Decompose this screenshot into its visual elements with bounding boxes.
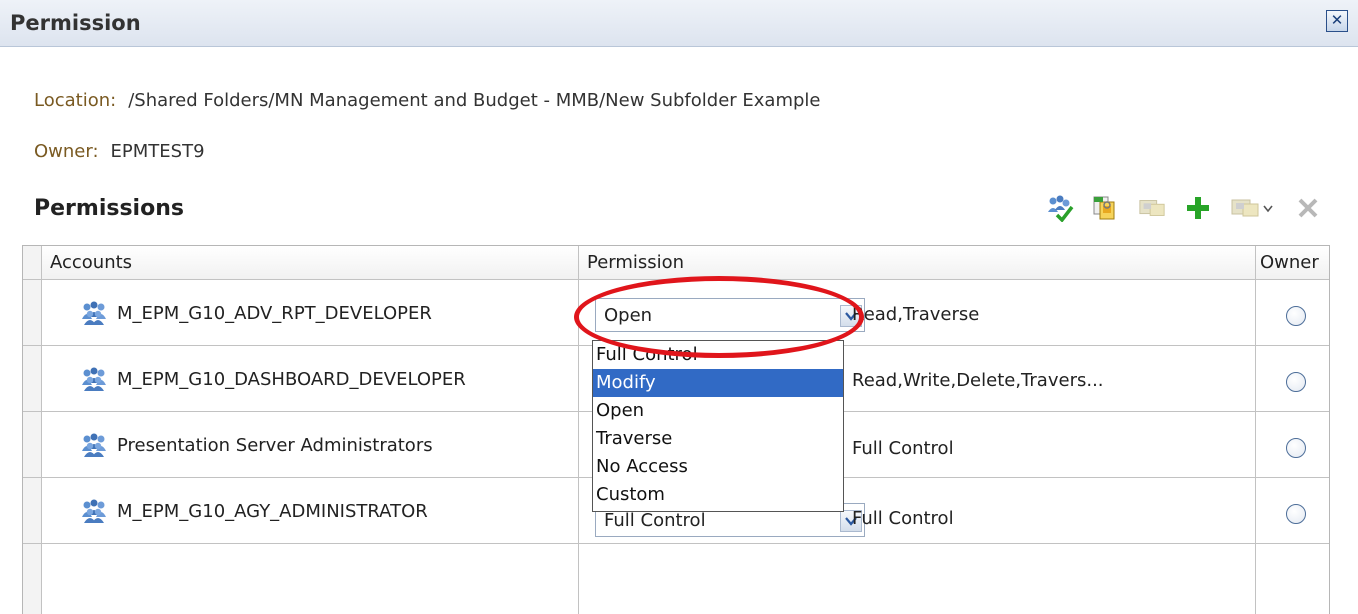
permission-text: Read,Traverse: [852, 304, 980, 325]
permission-text: Full Control: [852, 438, 954, 459]
dropdown-option-modify[interactable]: Modify: [593, 369, 843, 397]
user-group-icon: [82, 499, 106, 523]
permission-select-value: Open: [604, 305, 653, 326]
permission-text: Full Control: [852, 508, 954, 529]
permission-select[interactable]: Open: [595, 298, 865, 332]
permission-text: Read,Write,Delete,Travers...: [852, 370, 1104, 391]
account-name: M_EPM_G10_DASHBOARD_DEVELOPER: [117, 368, 466, 390]
copy-permissions-icon[interactable]: [1092, 194, 1120, 222]
location-line: Location: /Shared Folders/MN Management a…: [34, 90, 820, 111]
dropdown-option-custom[interactable]: Custom: [593, 481, 843, 509]
close-icon[interactable]: ✕: [1326, 10, 1348, 32]
owner-radio[interactable]: [1286, 504, 1306, 524]
dropdown-option-traverse[interactable]: Traverse: [593, 425, 843, 453]
permissions-title: Permissions: [34, 196, 184, 221]
account-name: M_EPM_G10_ADV_RPT_DEVELOPER: [117, 302, 432, 324]
location-value: /Shared Folders/MN Management and Budget…: [128, 90, 821, 111]
table-row[interactable]: M_EPM_G10_ADV_RPT_DEVELOPER: [81, 301, 432, 325]
user-group-icon: [82, 367, 106, 391]
location-label: Location:: [34, 90, 117, 111]
add-icon[interactable]: [1184, 194, 1212, 222]
table-row[interactable]: Presentation Server Administrators: [81, 433, 433, 457]
dropdown-option-open[interactable]: Open: [593, 397, 843, 425]
permission-select-value: Full Control: [604, 510, 706, 531]
user-group-icon: [82, 301, 106, 325]
table-row[interactable]: M_EPM_G10_AGY_ADMINISTRATOR: [81, 499, 428, 523]
table-row[interactable]: M_EPM_G10_DASHBOARD_DEVELOPER: [81, 367, 466, 391]
delete-icon: [1294, 194, 1322, 222]
owner-label: Owner:: [34, 141, 99, 162]
owner-value: EPMTEST9: [110, 141, 205, 162]
owner-radio[interactable]: [1286, 438, 1306, 458]
permission-dropdown-list[interactable]: Full Control Modify Open Traverse No Acc…: [592, 340, 844, 512]
account-name: M_EPM_G10_AGY_ADMINISTRATOR: [117, 500, 428, 522]
title-bar: Permission ✕: [0, 0, 1358, 47]
user-group-icon: [82, 433, 106, 457]
set-permissions-icon[interactable]: [1046, 194, 1074, 222]
window-title: Permission: [10, 11, 141, 35]
dropdown-option-no-access[interactable]: No Access: [593, 453, 843, 481]
permissions-toolbar: [1046, 192, 1322, 224]
account-name: Presentation Server Administrators: [117, 434, 433, 456]
owner-radio[interactable]: [1286, 306, 1306, 326]
row-gutter: [23, 246, 41, 614]
owner-radio[interactable]: [1286, 372, 1306, 392]
column-header-permission[interactable]: Permission: [587, 252, 684, 273]
column-header-owner[interactable]: Owner: [1260, 252, 1319, 273]
column-header-accounts[interactable]: Accounts: [50, 252, 132, 273]
paste-permissions-dropdown-icon: [1230, 194, 1276, 222]
paste-permissions-icon: [1138, 194, 1166, 222]
dropdown-option-full-control[interactable]: Full Control: [593, 341, 843, 369]
owner-line: Owner: EPMTEST9: [34, 141, 205, 162]
